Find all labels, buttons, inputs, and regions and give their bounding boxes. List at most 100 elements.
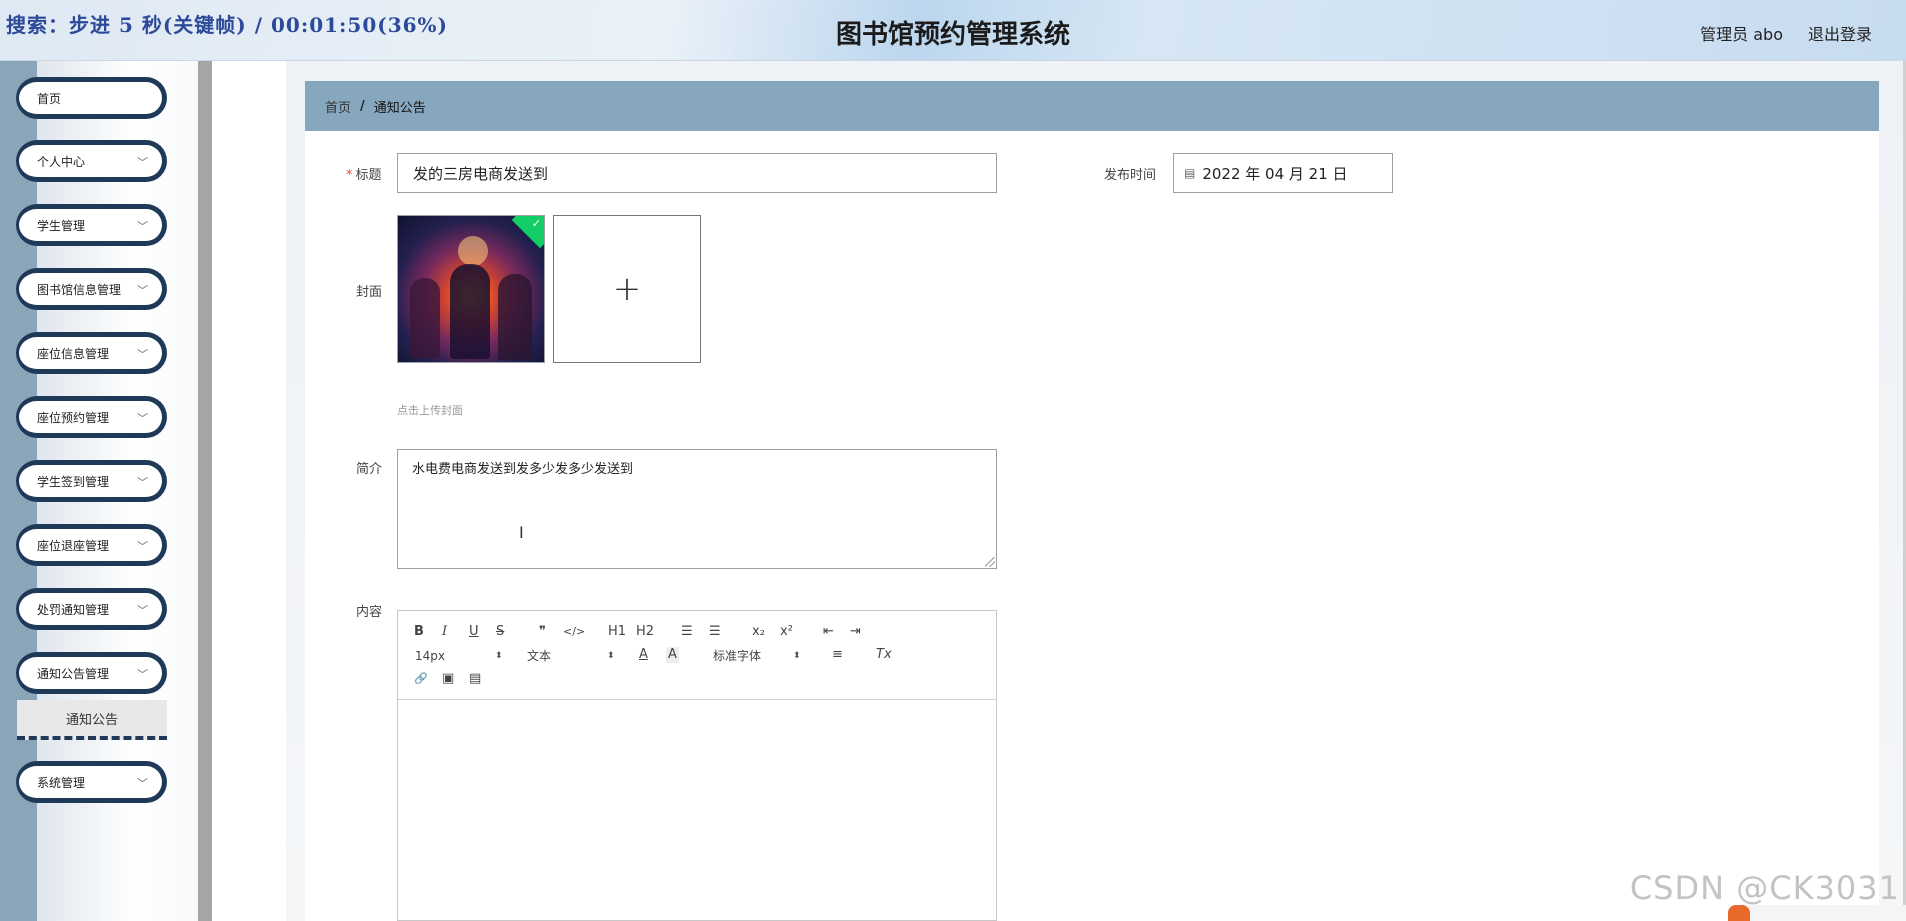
indent-button[interactable]: ⇥ bbox=[850, 624, 861, 640]
title-label: * 标题 bbox=[346, 168, 382, 183]
underline-button[interactable]: U bbox=[469, 624, 479, 640]
header1-button[interactable]: H1 bbox=[608, 624, 626, 640]
blockquote-button[interactable]: ❞ bbox=[539, 624, 546, 640]
publish-time-label: 发布时间 bbox=[1104, 168, 1157, 183]
sidebar-item-label: 图书馆信息管理 bbox=[37, 282, 122, 297]
content-label: 内容 bbox=[356, 605, 383, 620]
cover-thumbnail[interactable]: ✓ bbox=[397, 215, 545, 363]
csdn-logo-icon bbox=[1728, 905, 1750, 921]
chevron-down-icon: ﹀ bbox=[137, 284, 148, 297]
chevron-down-icon: ﹀ bbox=[137, 348, 148, 361]
font-family-select[interactable]: 标准字体 ⬍ bbox=[713, 648, 803, 664]
align-button[interactable]: ≡ bbox=[832, 647, 843, 663]
sidebar-item-label: 座位退座管理 bbox=[37, 538, 110, 553]
image-button[interactable]: ▣ bbox=[442, 671, 454, 687]
bullet-list-button[interactable]: ☰ bbox=[709, 624, 721, 640]
italic-button[interactable]: I bbox=[442, 624, 447, 640]
required-mark: * bbox=[346, 168, 353, 183]
title-input[interactable]: 发的三房电商发送到 bbox=[397, 153, 997, 193]
sidebar-item-label: 处罚通知管理 bbox=[37, 602, 110, 617]
background-color-button[interactable]: A bbox=[666, 647, 679, 663]
sidebar-item-announcements[interactable]: 通知公告管理 ﹀ bbox=[16, 652, 167, 694]
font-size-select[interactable]: 14px ⬍ bbox=[415, 648, 505, 664]
cover-art-figure bbox=[410, 278, 440, 358]
sidebar-item-library-info[interactable]: 图书馆信息管理 ﹀ bbox=[16, 268, 167, 310]
sidebar-item-label: 学生管理 bbox=[37, 218, 86, 233]
header-select[interactable]: 文本 ⬍ bbox=[527, 648, 617, 664]
chevron-down-icon: ﹀ bbox=[137, 668, 148, 681]
chevron-down-icon: ﹀ bbox=[137, 220, 148, 233]
select-arrows-icon: ⬍ bbox=[495, 651, 503, 661]
chevron-down-icon: ﹀ bbox=[137, 412, 148, 425]
ordered-list-button[interactable]: ☰ bbox=[681, 624, 693, 640]
plus-icon: + bbox=[612, 269, 642, 309]
sidebar-item-seat-return[interactable]: 座位退座管理 ﹀ bbox=[16, 524, 167, 566]
select-arrows-icon: ⬍ bbox=[607, 651, 615, 661]
sidebar-item-seat-info[interactable]: 座位信息管理 ﹀ bbox=[16, 332, 167, 374]
sidebar-item-seat-booking[interactable]: 座位预约管理 ﹀ bbox=[16, 396, 167, 438]
sidebar-item-students[interactable]: 学生管理 ﹀ bbox=[16, 204, 167, 246]
code-block-button[interactable]: </> bbox=[563, 624, 585, 640]
cover-upload-button[interactable]: + bbox=[553, 215, 701, 363]
app-title: 图书馆预约管理系统 bbox=[835, 20, 1070, 50]
sidebar-item-checkin[interactable]: 学生签到管理 ﹀ bbox=[16, 460, 167, 502]
subscript-button[interactable]: x₂ bbox=[752, 624, 765, 640]
video-button[interactable]: ▤ bbox=[469, 671, 481, 687]
cover-art-figure bbox=[450, 264, 490, 359]
outdent-button[interactable]: ⇤ bbox=[823, 624, 834, 640]
strike-button[interactable]: S bbox=[496, 624, 504, 640]
resize-handle-icon[interactable] bbox=[985, 557, 995, 567]
sidebar-item-personal-center[interactable]: 个人中心 ﹀ bbox=[16, 140, 167, 182]
sidebar-scrollbar[interactable] bbox=[198, 61, 212, 921]
cover-art-glow bbox=[458, 236, 488, 266]
bold-button[interactable]: B bbox=[414, 624, 424, 640]
breadcrumb-separator: / bbox=[360, 98, 365, 114]
sidebar-gap bbox=[212, 61, 286, 921]
sidebar-item-label: 通知公告管理 bbox=[37, 666, 110, 681]
sidebar-item-label: 学生签到管理 bbox=[37, 474, 110, 489]
chevron-down-icon: ﹀ bbox=[137, 476, 148, 489]
rich-text-editor: B I U S ❞ </> H1 H2 ☰ ☰ x₂ x² ⇤ ⇥ 14px ⬍… bbox=[397, 610, 997, 921]
summary-textarea[interactable]: 水电费电商发送到发多少发多少发送到 bbox=[397, 449, 997, 569]
watermark: CSDN @CK3031 bbox=[1629, 869, 1900, 907]
chevron-down-icon: ﹀ bbox=[137, 156, 148, 169]
sidebar-item-label: 系统管理 bbox=[37, 775, 86, 790]
chevron-down-icon: ﹀ bbox=[137, 777, 148, 790]
cover-label: 封面 bbox=[356, 285, 383, 300]
publish-time-value: 2022 年 04 月 21 日 bbox=[1202, 164, 1348, 183]
text-cursor-icon: I bbox=[519, 523, 524, 542]
link-button[interactable]: 🔗 bbox=[414, 671, 428, 687]
sidebar-item-label: 首页 bbox=[37, 91, 62, 106]
calendar-icon: ▤ bbox=[1184, 166, 1196, 180]
editor-content-area[interactable] bbox=[398, 701, 996, 921]
breadcrumb: 首页 / 通知公告 bbox=[305, 81, 1879, 131]
cover-art-figure bbox=[498, 274, 532, 360]
editor-toolbar: B I U S ❞ </> H1 H2 ☰ ☰ x₂ x² ⇤ ⇥ 14px ⬍… bbox=[398, 611, 996, 700]
summary-value: 水电费电商发送到发多少发多少发送到 bbox=[412, 462, 634, 477]
breadcrumb-home[interactable]: 首页 bbox=[325, 97, 351, 116]
select-arrows-icon: ⬍ bbox=[793, 651, 801, 661]
clean-format-button[interactable]: Tx bbox=[876, 647, 892, 663]
chevron-down-icon: ﹀ bbox=[137, 604, 148, 617]
cover-upload-hint: 点击上传封面 bbox=[397, 404, 463, 417]
publish-time-picker[interactable]: ▤ 2022 年 04 月 21 日 bbox=[1173, 153, 1393, 193]
summary-label: 简介 bbox=[356, 462, 383, 477]
sidebar-item-home[interactable]: 首页 bbox=[16, 77, 167, 119]
sidebar-item-label: 座位预约管理 bbox=[37, 410, 110, 425]
logout-button[interactable]: 退出登录 bbox=[1808, 21, 1872, 45]
submenu-item-announcement[interactable]: 通知公告 bbox=[17, 700, 167, 740]
sidebar-item-penalty[interactable]: 处罚通知管理 ﹀ bbox=[16, 588, 167, 630]
taskbar-peek bbox=[1728, 905, 1906, 921]
sidebar-item-label: 座位信息管理 bbox=[37, 346, 110, 361]
header2-button[interactable]: H2 bbox=[636, 624, 654, 640]
top-header: 搜索：步进 5 秒(关键帧) / 00:01:50(36%) 图书馆预约管理系统… bbox=[0, 0, 1906, 61]
submenu-item-label: 通知公告 bbox=[65, 712, 118, 728]
text-color-button[interactable]: A bbox=[639, 647, 648, 663]
breadcrumb-current: 通知公告 bbox=[373, 100, 426, 116]
chevron-down-icon: ﹀ bbox=[137, 540, 148, 553]
sidebar-item-system[interactable]: 系统管理 ﹀ bbox=[16, 761, 167, 803]
user-label: 管理员 abo bbox=[1700, 25, 1783, 44]
superscript-button[interactable]: x² bbox=[780, 624, 793, 640]
check-icon: ✓ bbox=[531, 217, 541, 230]
sidebar-item-label: 个人中心 bbox=[37, 154, 86, 169]
